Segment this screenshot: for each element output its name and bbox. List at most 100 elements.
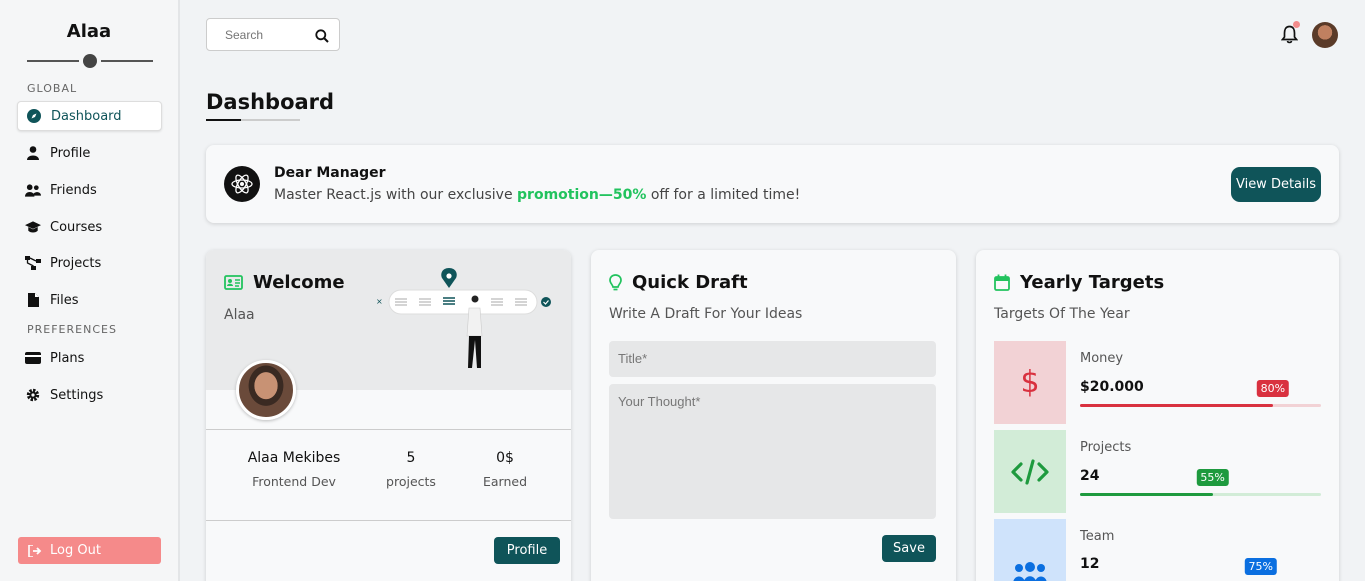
sidebar-item-label: Friends	[50, 182, 97, 198]
sidebar-item-label: Dashboard	[51, 108, 122, 124]
welcome-title-text: Welcome	[253, 272, 345, 293]
logout-icon	[28, 544, 42, 557]
progress-badge: 55%	[1196, 469, 1229, 486]
bell-icon[interactable]	[1280, 25, 1299, 48]
stat-earned: 0$ Earned	[470, 450, 540, 489]
code-icon	[994, 430, 1066, 513]
title-underline-accent	[206, 119, 241, 121]
progress-fill	[1080, 493, 1213, 496]
sidebar-item-files[interactable]: Files	[17, 285, 162, 315]
logout-label: Log Out	[50, 543, 101, 558]
progress-fill	[1080, 404, 1273, 407]
progress-badge: 75%	[1244, 558, 1277, 575]
brand-dot	[83, 54, 97, 68]
quick-draft-card: Quick Draft Write A Draft For Your Ideas…	[591, 250, 956, 581]
promo-highlight: promotion—50%	[517, 187, 647, 203]
progress-badge: 80%	[1256, 380, 1290, 397]
diagram-icon	[25, 255, 41, 271]
welcome-illustration: ×	[376, 268, 551, 368]
stat-label: projects	[386, 474, 436, 489]
stat-value: Alaa Mekibes	[247, 450, 341, 466]
target-row-team: Team 12 75%	[994, 519, 1324, 581]
sidebar-item-label: Settings	[50, 387, 104, 403]
logout-button[interactable]: Log Out	[18, 537, 161, 564]
graduation-cap-icon	[25, 219, 41, 235]
sidebar-item-profile[interactable]: Profile	[17, 138, 162, 168]
sidebar-item-settings[interactable]: Settings	[17, 380, 162, 410]
welcome-title: Welcome	[224, 272, 345, 293]
thought-textarea[interactable]: Your Thought*	[609, 384, 936, 519]
view-details-button[interactable]: View Details	[1231, 167, 1321, 202]
target-name: Projects	[1080, 440, 1132, 455]
avatar[interactable]	[1312, 22, 1338, 48]
sidebar-item-label: Files	[50, 292, 79, 308]
divider	[206, 429, 571, 430]
sidebar-item-plans[interactable]: Plans	[17, 343, 162, 373]
title-input[interactable]: Title*	[609, 341, 936, 377]
target-row-money: $ Money $20.000 80%	[994, 341, 1324, 424]
promo-text-after: off for a limited time!	[650, 187, 801, 203]
promo-banner: Dear Manager Master React.js with our ex…	[206, 145, 1339, 223]
progress-track: 80%	[1080, 380, 1321, 407]
target-value: 24	[1080, 468, 1100, 484]
stat-projects: 5 projects	[374, 450, 448, 489]
promo-text-before: Master React.js with our exclusive	[274, 187, 513, 203]
sidebar-item-label: Plans	[50, 350, 85, 366]
stat-label: Earned	[482, 474, 528, 489]
react-icon	[224, 166, 260, 202]
target-name: Money	[1080, 351, 1124, 366]
save-button[interactable]: Save	[882, 535, 936, 562]
targets-subtitle: Targets Of The Year	[994, 306, 1130, 322]
targets-title-text: Yearly Targets	[1020, 272, 1165, 293]
sidebar-item-label: Projects	[50, 255, 102, 271]
divider	[206, 520, 571, 521]
compass-icon	[26, 108, 42, 124]
brand-name: Alaa	[66, 21, 112, 42]
draft-title: Quick Draft	[609, 272, 748, 293]
targets-title: Yearly Targets	[994, 272, 1164, 293]
stat-name: Alaa Mekibes Frontend Dev	[230, 450, 358, 489]
search-icon[interactable]	[315, 28, 329, 47]
sidebar-item-label: Courses	[50, 219, 103, 235]
user-icon	[25, 145, 41, 161]
sidebar-item-dashboard[interactable]: Dashboard	[17, 101, 162, 131]
sidebar-item-courses[interactable]: Courses	[17, 212, 162, 242]
avatar[interactable]	[236, 360, 296, 420]
welcome-subtitle: Alaa	[224, 307, 255, 323]
page-title: Dashboard	[206, 90, 335, 114]
brand-divider	[27, 60, 79, 62]
stat-value: 0$	[496, 450, 514, 466]
section-label-preferences: PREFERENCES	[27, 323, 117, 336]
lightbulb-icon	[609, 273, 622, 292]
brand-divider	[101, 60, 153, 62]
target-value: $20.000	[1080, 379, 1144, 395]
welcome-card: Welcome Alaa × Alaa Mekibes Frontend Dev…	[206, 250, 571, 581]
sidebar-item-projects[interactable]: Projects	[17, 248, 162, 278]
svg-text:×: ×	[376, 297, 383, 306]
profile-button[interactable]: Profile	[494, 537, 560, 564]
stat-value: 5	[406, 450, 416, 466]
search-input[interactable]	[207, 27, 307, 42]
stat-label: Frontend Dev	[252, 474, 336, 489]
target-row-projects: Projects 24 55%	[994, 430, 1324, 513]
target-name: Team	[1080, 529, 1115, 544]
draft-title-text: Quick Draft	[632, 272, 748, 293]
sidebar-item-label: Profile	[50, 145, 91, 161]
progress-track: 55%	[1080, 469, 1321, 496]
users-icon	[25, 182, 41, 198]
promo-text: Master React.js with our exclusive promo…	[274, 187, 800, 203]
search-box	[206, 18, 340, 51]
notification-dot	[1293, 21, 1300, 28]
team-icon	[994, 519, 1066, 581]
gear-icon	[25, 387, 41, 403]
file-icon	[25, 292, 41, 308]
sidebar-item-friends[interactable]: Friends	[17, 175, 162, 205]
promo-title: Dear Manager	[274, 165, 386, 181]
draft-subtitle: Write A Draft For Your Ideas	[609, 306, 803, 322]
section-label-global: GLOBAL	[27, 82, 78, 95]
id-card-icon	[224, 275, 243, 290]
yearly-targets-card: Yearly Targets Targets Of The Year $ Mon…	[976, 250, 1339, 581]
credit-card-icon	[25, 350, 41, 366]
dollar-icon: $	[994, 341, 1066, 424]
target-value: 12	[1080, 556, 1100, 572]
